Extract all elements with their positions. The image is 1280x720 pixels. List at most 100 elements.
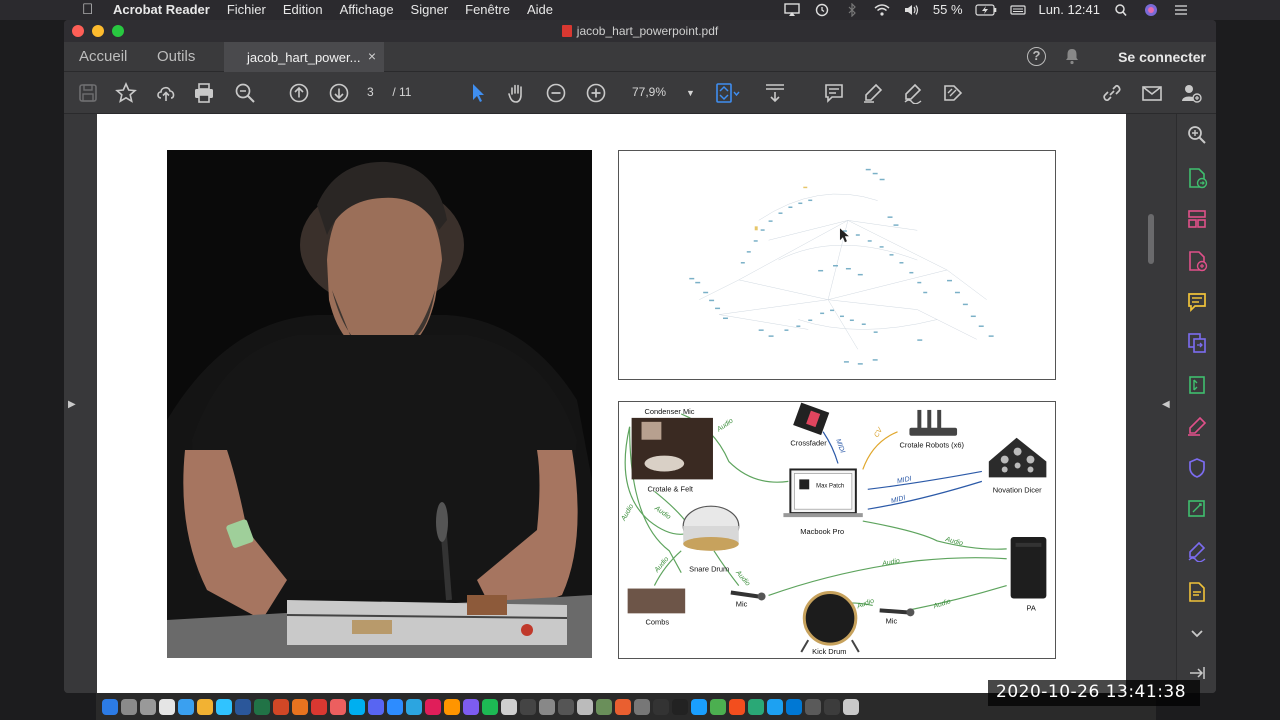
email-icon[interactable] [1141,82,1163,104]
print-icon[interactable] [193,82,215,104]
zoom-level-dropdown[interactable]: 77,9% ▼ [632,85,695,99]
save-icon[interactable] [77,82,99,104]
upload-cloud-icon[interactable] [155,82,177,104]
terminal-icon[interactable] [634,698,650,715]
siri-icon[interactable] [1142,3,1160,17]
draw-freehand-icon[interactable] [902,82,924,105]
menu-fichier[interactable]: Fichier [227,2,266,17]
screen-app-icon[interactable] [805,698,821,715]
zoom-search-icon[interactable] [234,82,256,104]
zoom-in-icon[interactable] [585,82,607,104]
apple-menu-icon[interactable]:  [82,1,93,18]
sync-app-icon[interactable] [748,698,764,715]
chrome-icon[interactable] [197,698,213,715]
send-for-review-icon[interactable] [1186,581,1208,603]
reaper-icon[interactable] [615,698,631,715]
menubar-clock[interactable]: Lun. 12:41 [1039,2,1100,17]
hand-tool-icon[interactable] [506,82,528,104]
combine-files-icon[interactable] [1186,332,1208,354]
comment-tool-icon[interactable] [1186,291,1208,313]
skype-icon[interactable] [349,698,365,715]
sign-in-button[interactable]: Se connecter [1118,49,1206,65]
organize-pages-icon[interactable] [1186,208,1208,230]
cleaner-app-icon[interactable] [653,698,669,715]
link-app-icon[interactable] [767,698,783,715]
select-cursor-icon[interactable] [467,82,489,104]
search-tool-icon[interactable] [1186,124,1208,146]
scroll-mode-icon[interactable] [764,82,786,104]
add-user-icon[interactable] [1180,82,1202,104]
bluetooth-icon[interactable] [843,2,861,17]
audio-app-icon[interactable] [558,698,574,715]
discord-icon[interactable] [368,698,384,715]
comment-icon[interactable] [823,82,845,104]
more-tools-chevron-icon[interactable] [1186,622,1208,644]
cube-app-icon[interactable] [596,698,612,715]
next-page-icon[interactable] [328,82,350,104]
system-preferences-icon[interactable] [140,698,156,715]
spotify-icon[interactable] [482,698,498,715]
telegram-icon[interactable] [406,698,422,715]
vertical-scrollbar[interactable] [1148,214,1154,264]
menu-aide[interactable]: Aide [527,2,553,17]
create-pdf-icon[interactable] [1186,250,1208,272]
zoom-app-icon[interactable] [387,698,403,715]
notes-app-icon[interactable] [444,698,460,715]
tab-home[interactable]: Accueil [79,48,127,65]
right-panel-collapse-icon[interactable]: ◀ [1162,399,1170,410]
browser-app-icon[interactable] [843,698,859,715]
battery-icon[interactable] [974,3,997,17]
request-signature-icon[interactable] [1186,540,1208,563]
music-app-icon[interactable] [330,698,346,715]
camera-app-icon[interactable] [824,698,840,715]
bookmark-star-icon[interactable] [115,82,137,104]
wifi-icon[interactable] [873,3,891,17]
tab-document[interactable]: jacob_hart_power... × [224,42,384,72]
tab-tools[interactable]: Outils [157,48,195,65]
vscode-icon[interactable] [786,698,802,715]
powerpoint-icon[interactable] [273,698,289,715]
help-icon[interactable]: ? [1027,47,1046,66]
fill-sign-icon[interactable] [942,82,964,104]
menu-signer[interactable]: Signer [411,2,449,17]
fit-page-icon[interactable] [715,82,740,104]
time-machine-icon[interactable] [813,3,831,17]
messages-icon[interactable] [216,698,232,715]
acrobat-icon[interactable] [311,698,327,715]
menu-app-name[interactable]: Acrobat Reader [113,2,210,17]
left-panel-toggle-icon[interactable]: ▶ [68,399,76,410]
android-app-icon[interactable] [710,698,726,715]
slack-icon[interactable] [425,698,441,715]
max-msp-icon[interactable] [520,698,536,715]
utility-app-icon[interactable] [539,698,555,715]
itunes-icon[interactable] [501,698,517,715]
github-icon[interactable] [672,698,688,715]
launchpad-icon[interactable] [121,698,137,715]
page-number-input[interactable]: 3 [367,85,389,99]
zoom-out-icon[interactable] [545,82,567,104]
star-app-icon[interactable] [463,698,479,715]
menu-affichage[interactable]: Affichage [340,2,394,17]
screen-mirror-icon[interactable] [783,2,801,17]
calendar-icon[interactable] [159,698,175,715]
design-app-icon[interactable] [729,698,745,715]
compress-pdf-icon[interactable] [1186,374,1208,396]
close-tab-icon[interactable]: × [368,48,376,64]
volume-icon[interactable] [903,3,921,17]
protect-shield-icon[interactable] [1186,457,1208,479]
menu-fenetre[interactable]: Fenêtre [465,2,510,17]
excel-icon[interactable] [254,698,270,715]
menu-edition[interactable]: Edition [283,2,323,17]
safari-icon[interactable] [178,698,194,715]
word-icon[interactable] [235,698,251,715]
highlight-pen-icon[interactable] [862,82,884,104]
fill-and-sign-tool-icon[interactable] [1186,415,1208,437]
export-pdf-icon[interactable] [1186,167,1208,189]
notifications-bell-icon[interactable] [1064,47,1080,65]
edit-pdf-icon[interactable] [1186,498,1208,520]
spotlight-search-icon[interactable] [1112,3,1130,17]
document-viewport[interactable]: ▶ Condenser Mic Crotale & Felt Crossfade… [64,114,1216,693]
notification-center-icon[interactable] [1172,3,1190,17]
keyboard-icon[interactable] [1009,3,1027,17]
finder-icon[interactable] [102,698,118,715]
